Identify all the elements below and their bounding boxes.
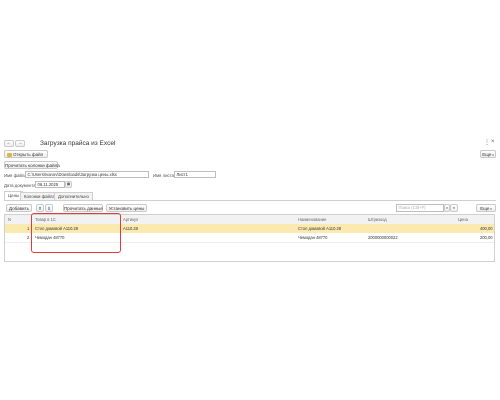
open-file-label: Открыть файл xyxy=(13,152,44,157)
read-file-columns-button[interactable]: Прочитать колонки файла xyxy=(4,161,60,169)
tab-divider xyxy=(4,200,496,201)
price-cell[interactable]: 400,00 xyxy=(480,226,493,231)
back-button[interactable]: ← xyxy=(4,140,14,147)
read-file-columns-label: Прочитать колонки файла xyxy=(5,163,60,168)
highlight-frame xyxy=(31,213,121,253)
table-more-button[interactable]: Еще ▾ xyxy=(476,204,496,212)
column-header-name[interactable]: Наименование xyxy=(298,217,326,222)
folder-icon xyxy=(7,152,12,157)
forward-button[interactable]: → xyxy=(15,140,25,147)
read-data-label: Прочитать данные xyxy=(64,206,103,211)
calendar-button[interactable]: ▦ xyxy=(65,181,72,188)
move-down-button[interactable]: ⬇ xyxy=(45,204,53,212)
file-name-field[interactable]: C:\Users\Ivanov\Downloads\Загрузка цены.… xyxy=(25,171,149,178)
set-prices-label: Установить цены xyxy=(108,206,145,211)
sheet-name-field[interactable]: Лист1 xyxy=(174,171,216,178)
search-input[interactable]: Поиск (Ctrl+F) xyxy=(396,204,444,212)
doc-date-label: Дата документа: xyxy=(4,183,37,188)
column-header-price[interactable]: Цена xyxy=(458,217,468,222)
arrow-down-icon: ⬇ xyxy=(47,206,51,211)
close-icon: × xyxy=(445,205,449,210)
row-number: 2 xyxy=(27,235,30,240)
more-menu-button[interactable]: Еще ▾ xyxy=(480,150,496,158)
name-cell[interactable]: Чемодан 48770 xyxy=(298,235,327,240)
tab-additional[interactable]: Дополнительно xyxy=(54,192,93,200)
close-icon[interactable]: × xyxy=(491,139,495,145)
arrow-left-icon: ← xyxy=(6,140,12,146)
column-header-article[interactable]: Артикул xyxy=(123,217,138,222)
arrow-up-icon: ⬆ xyxy=(38,206,42,211)
open-file-button[interactable]: Открыть файл xyxy=(4,150,48,158)
set-prices-button[interactable]: Установить цены xyxy=(106,204,147,212)
more-vertical-icon[interactable]: ⋮ xyxy=(484,139,490,146)
calendar-icon: ▦ xyxy=(66,182,71,186)
tab-file-columns[interactable]: Колонки файла xyxy=(20,192,59,200)
row-number: 1 xyxy=(27,226,30,231)
move-up-button[interactable]: ⬆ xyxy=(36,204,44,212)
add-button[interactable]: Добавить xyxy=(6,204,32,212)
column-header-barcode[interactable]: Штрихкод xyxy=(368,217,387,222)
price-cell[interactable]: 200,00 xyxy=(480,235,493,240)
column-header-n[interactable]: N xyxy=(8,217,11,222)
add-label: Добавить xyxy=(9,206,29,211)
page-title: Загрузка прайса из Excel xyxy=(40,140,116,147)
barcode-cell[interactable]: 2000000000022 xyxy=(368,235,398,240)
read-data-button[interactable]: Прочитать данные xyxy=(63,204,103,212)
sheet-name-label: Имя листа: xyxy=(153,173,176,178)
search-placeholder: Поиск (Ctrl+F) xyxy=(398,205,426,210)
chevron-down-icon: ▾ xyxy=(489,207,492,211)
doc-date-field[interactable]: 06.11.2025 xyxy=(35,181,65,188)
name-cell[interactable]: Стол домовой А110.28 xyxy=(298,226,341,231)
article-cell[interactable]: А110.28 xyxy=(123,226,138,231)
arrow-right-icon: → xyxy=(17,140,23,146)
chevron-down-icon: ▾ xyxy=(491,153,494,157)
search-button[interactable]: ⌕ xyxy=(450,204,458,212)
search-icon: ⌕ xyxy=(452,205,456,210)
